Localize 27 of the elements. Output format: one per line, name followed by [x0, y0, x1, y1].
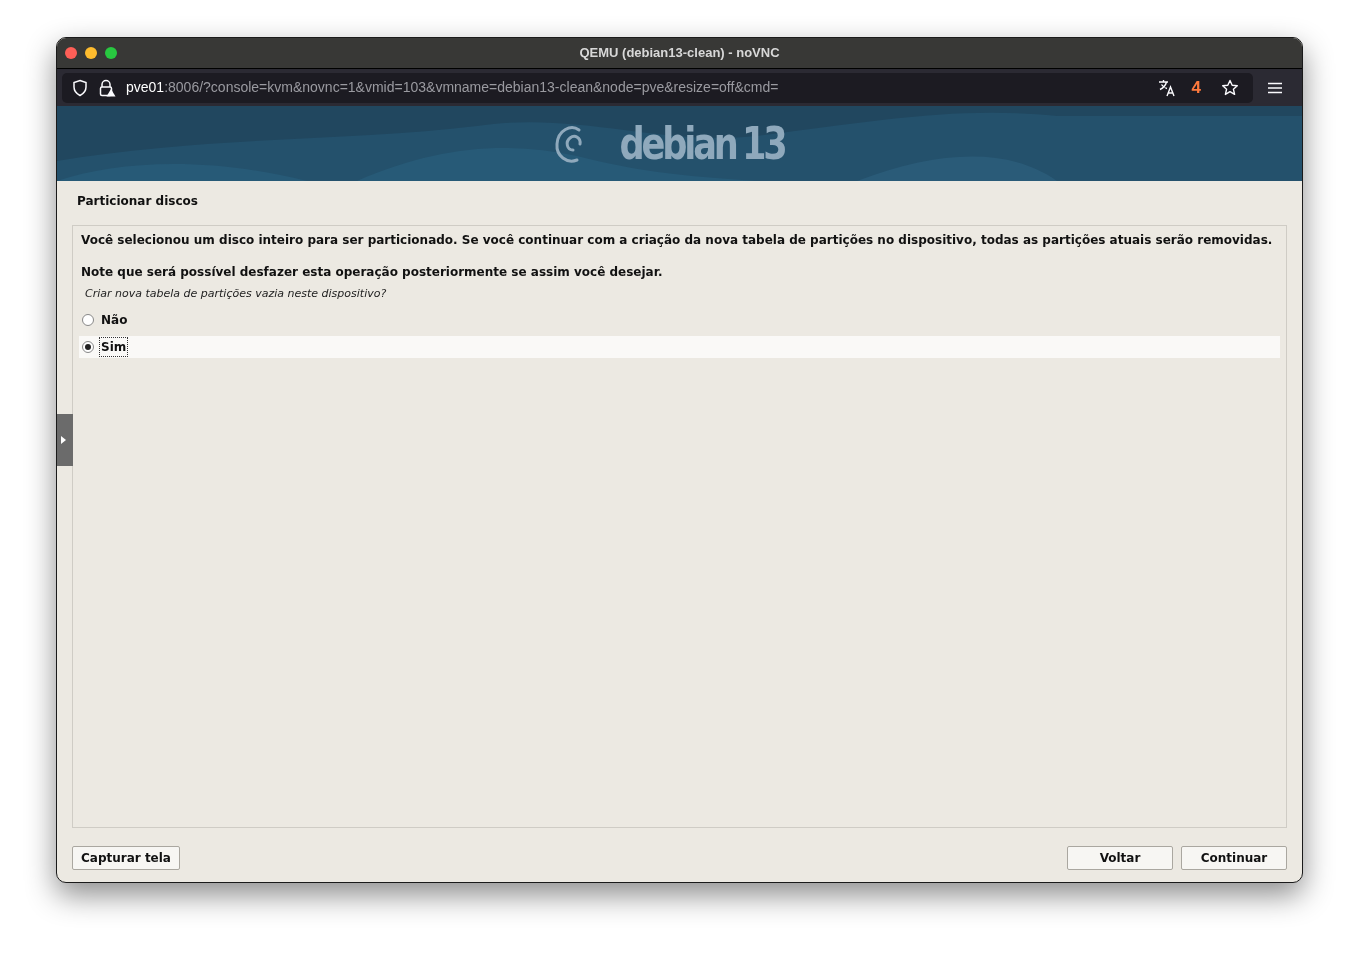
logo-text: debian 13: [620, 121, 785, 166]
dialog-button[interactable]: Capturar tela: [72, 846, 180, 870]
side-panel-handle[interactable]: [57, 414, 73, 466]
minimize-window-button[interactable]: [85, 47, 97, 59]
bookmark-star-icon[interactable]: [1221, 78, 1239, 97]
shield-icon[interactable]: [72, 78, 88, 97]
menu-icon[interactable]: [1268, 81, 1282, 94]
lock-warning-icon[interactable]: [98, 78, 116, 97]
zoom-window-button[interactable]: [105, 47, 117, 59]
option-row[interactable]: Não: [81, 308, 1278, 331]
expand-arrow-icon[interactable]: [61, 436, 66, 444]
message-text: Você selecionou um disco inteiro para ser particionado. Se você continuar com a criação da nova tabela de partições no dispositivo, todas as partições atuais serão removidas.: [81, 232, 1274, 249]
option-row[interactable]: Sim: [79, 335, 1280, 358]
option-label[interactable]: Sim: [100, 337, 128, 356]
close-window-button[interactable]: [65, 47, 77, 59]
extension-badge[interactable]: 4: [1191, 74, 1201, 101]
translate-icon[interactable]: [1157, 78, 1176, 97]
option-label[interactable]: Não: [100, 310, 129, 329]
url-text[interactable]: pve01:8006/?console=kvm&novnc=1&vmid=103&vmname=debian13-clean&node=pve&resize=off&cmd=: [126, 77, 779, 98]
message-text: Note que será possível desfazer esta operação posteriormente se assim você desejar.: [81, 264, 664, 281]
question-text: Criar nova tabela de partições vazia neste dispositivo?: [85, 286, 388, 302]
radio-button[interactable]: [82, 340, 94, 353]
radio-button[interactable]: [82, 313, 94, 326]
dialog-button[interactable]: Continuar: [1181, 846, 1287, 870]
page-title: Particionar discos: [76, 193, 199, 210]
dialog-button[interactable]: Voltar: [1067, 846, 1173, 870]
window-title: QEMU (debian13-clean) - noVNC: [579, 44, 780, 63]
